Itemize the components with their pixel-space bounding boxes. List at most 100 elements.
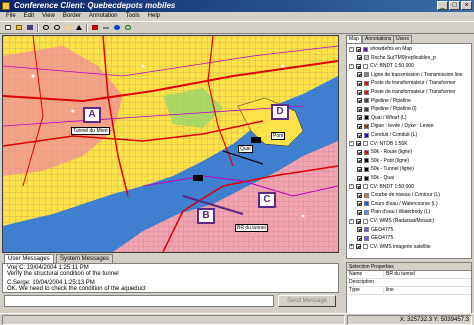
layer-visibility-checkbox[interactable] [356, 63, 361, 69]
collapse-icon[interactable]: - [349, 63, 354, 69]
tab-user-messages[interactable]: User Messages [4, 254, 54, 263]
menu-annotation[interactable]: Annotation [89, 12, 118, 21]
menu-help[interactable]: Help [148, 12, 160, 21]
layer-label: Pipeline / Pipeline [371, 97, 411, 104]
layer-visibility-checkbox[interactable] [357, 80, 362, 86]
marker-b[interactable]: B [197, 208, 215, 224]
menu-edit[interactable]: Edit [24, 12, 34, 21]
menu-border[interactable]: Border [63, 12, 81, 21]
layer-label: CV: WMS imagerie satellite [370, 243, 431, 250]
layer-visibility-checkbox[interactable] [357, 55, 362, 61]
collapse-icon[interactable]: - [349, 141, 354, 147]
layer-visibility-checkbox[interactable] [357, 72, 362, 78]
layer-tree-item[interactable]: - CV: BNDT 1:50 000 [349, 62, 414, 70]
tab-users[interactable]: Users [393, 35, 413, 43]
minimize-button[interactable]: _ [437, 1, 448, 10]
layer-visibility-checkbox[interactable] [357, 175, 362, 181]
property-row[interactable]: Type line [347, 287, 471, 295]
menu-file[interactable]: File [6, 12, 16, 21]
layer-tree-item[interactable]: - showdefns en Map [349, 45, 412, 53]
tab-annotations[interactable]: Annotations [362, 35, 395, 43]
layer-tree-item[interactable]: GEO4775 [357, 234, 393, 242]
layer-label: Conduit / Conduit (L) [371, 132, 418, 138]
layer-tree-item[interactable]: Poste de transformateur / Transformer [357, 88, 456, 96]
measure-icon[interactable] [101, 23, 111, 32]
select-icon[interactable] [74, 23, 84, 32]
layer-visibility-checkbox[interactable] [357, 209, 362, 215]
annotate-icon[interactable] [90, 23, 100, 32]
layer-visibility-checkbox[interactable] [356, 184, 361, 190]
menu-view[interactable]: View [42, 12, 55, 21]
layer-visibility-checkbox[interactable] [356, 46, 361, 52]
marker-c[interactable]: C [258, 192, 276, 208]
refresh-icon[interactable] [123, 23, 133, 32]
layer-tree-item[interactable]: 50k - Pont (ligne) [357, 157, 409, 165]
layer-visibility-checkbox[interactable] [357, 192, 362, 198]
layer-tree-item[interactable]: 50k - Tunnel (ligne) [357, 165, 414, 173]
layer-visibility-checkbox[interactable] [357, 132, 362, 138]
layer-tree-item[interactable]: Ligne de transmission / Transmission lin… [357, 71, 462, 79]
layer-tree-item[interactable]: Quai / Wharf (L) [357, 114, 407, 122]
layer-tree-item[interactable]: Plan d'eau / Waterbody (L) [357, 208, 430, 216]
layer-visibility-checkbox[interactable] [357, 201, 362, 207]
tab-map[interactable]: Map [346, 35, 362, 43]
layer-tree-item[interactable]: Digue : levée / Dyke : Levee [357, 122, 434, 130]
menu-tools[interactable]: Tools [126, 12, 140, 21]
layer-tree-item[interactable]: Conduit / Conduit (L) [357, 131, 417, 139]
save-icon[interactable] [25, 23, 35, 32]
marker-a[interactable]: A [83, 107, 101, 123]
layer-visibility-checkbox[interactable] [357, 158, 362, 164]
open-icon[interactable] [14, 23, 24, 32]
map-label: BR du tunnel [235, 224, 268, 232]
layer-visibility-checkbox[interactable] [357, 115, 362, 121]
expand-icon[interactable]: + [349, 244, 354, 250]
send-row: Send Message [2, 294, 339, 308]
layer-tree-item[interactable]: Roche.Su(TM9)replicables_p [357, 54, 436, 62]
new-icon[interactable] [3, 23, 13, 32]
zoom-in-icon[interactable] [41, 23, 51, 32]
vehicle-icon [193, 175, 203, 181]
layer-visibility-checkbox[interactable] [357, 106, 362, 112]
layer-tree-item[interactable]: - CV: BNDT 1:50 000 [349, 183, 414, 191]
marker-d[interactable]: D [271, 104, 289, 120]
vertical-splitter[interactable] [340, 35, 345, 325]
layer-visibility-checkbox[interactable] [356, 218, 361, 224]
property-row[interactable]: Description [347, 279, 471, 287]
layer-visibility-checkbox[interactable] [357, 235, 362, 241]
layer-symbol-icon [364, 89, 369, 95]
layer-tree-item[interactable]: Pipeline / Pipeline [357, 97, 411, 105]
layer-tree-item[interactable]: GEO4775 [357, 226, 393, 234]
layer-tree-item[interactable]: Poste de transformateur / Transformer [357, 79, 456, 87]
layer-tree-item[interactable]: - CV: NTDB 1:50K [349, 140, 408, 148]
layer-tree-item[interactable]: - CV: WMS (Radarsat/Mosaic) [349, 217, 434, 225]
message-input[interactable] [4, 295, 274, 307]
layer-tree-item[interactable]: 50k - Quai [357, 174, 394, 182]
tab-system-messages[interactable]: System Messages [56, 254, 114, 263]
layer-visibility-checkbox[interactable] [357, 123, 362, 129]
layer-tree-item[interactable]: + CV: WMS imagerie satellite [349, 243, 431, 251]
collapse-icon[interactable]: - [349, 184, 354, 190]
pan-icon[interactable] [63, 23, 73, 32]
layer-symbol-icon [364, 166, 369, 172]
layer-tree-item[interactable]: Cours d'eau / Watercourse (L) [357, 200, 438, 208]
layer-label: Digue : levée / Dyke : Levee [371, 123, 434, 130]
map-view[interactable]: A B C D Tunnel du Mont BR du tunnel Pont… [2, 35, 339, 253]
property-row[interactable]: Name BR du tunnel [347, 271, 471, 279]
layer-visibility-checkbox[interactable] [357, 98, 362, 104]
layer-tree-item[interactable]: Courbe de niveau / Contour (L) [357, 191, 440, 199]
collapse-icon[interactable]: - [349, 218, 354, 224]
layer-tree-item[interactable]: 50k - Route (ligne) [357, 148, 412, 156]
info-icon[interactable] [112, 23, 122, 32]
close-button[interactable]: × [461, 1, 472, 10]
collapse-icon[interactable]: - [349, 46, 354, 52]
layer-visibility-checkbox[interactable] [356, 141, 361, 147]
layer-tree-item[interactable]: Pipeline / Pipeline (l) [357, 105, 417, 113]
layer-visibility-checkbox[interactable] [357, 89, 362, 95]
layer-visibility-checkbox[interactable] [357, 227, 362, 233]
layer-visibility-checkbox[interactable] [357, 149, 362, 155]
layer-visibility-checkbox[interactable] [357, 166, 362, 172]
zoom-out-icon[interactable] [52, 23, 62, 32]
layer-visibility-checkbox[interactable] [356, 244, 361, 250]
maximize-button[interactable]: □ [449, 1, 460, 10]
send-message-button[interactable]: Send Message [278, 295, 336, 307]
